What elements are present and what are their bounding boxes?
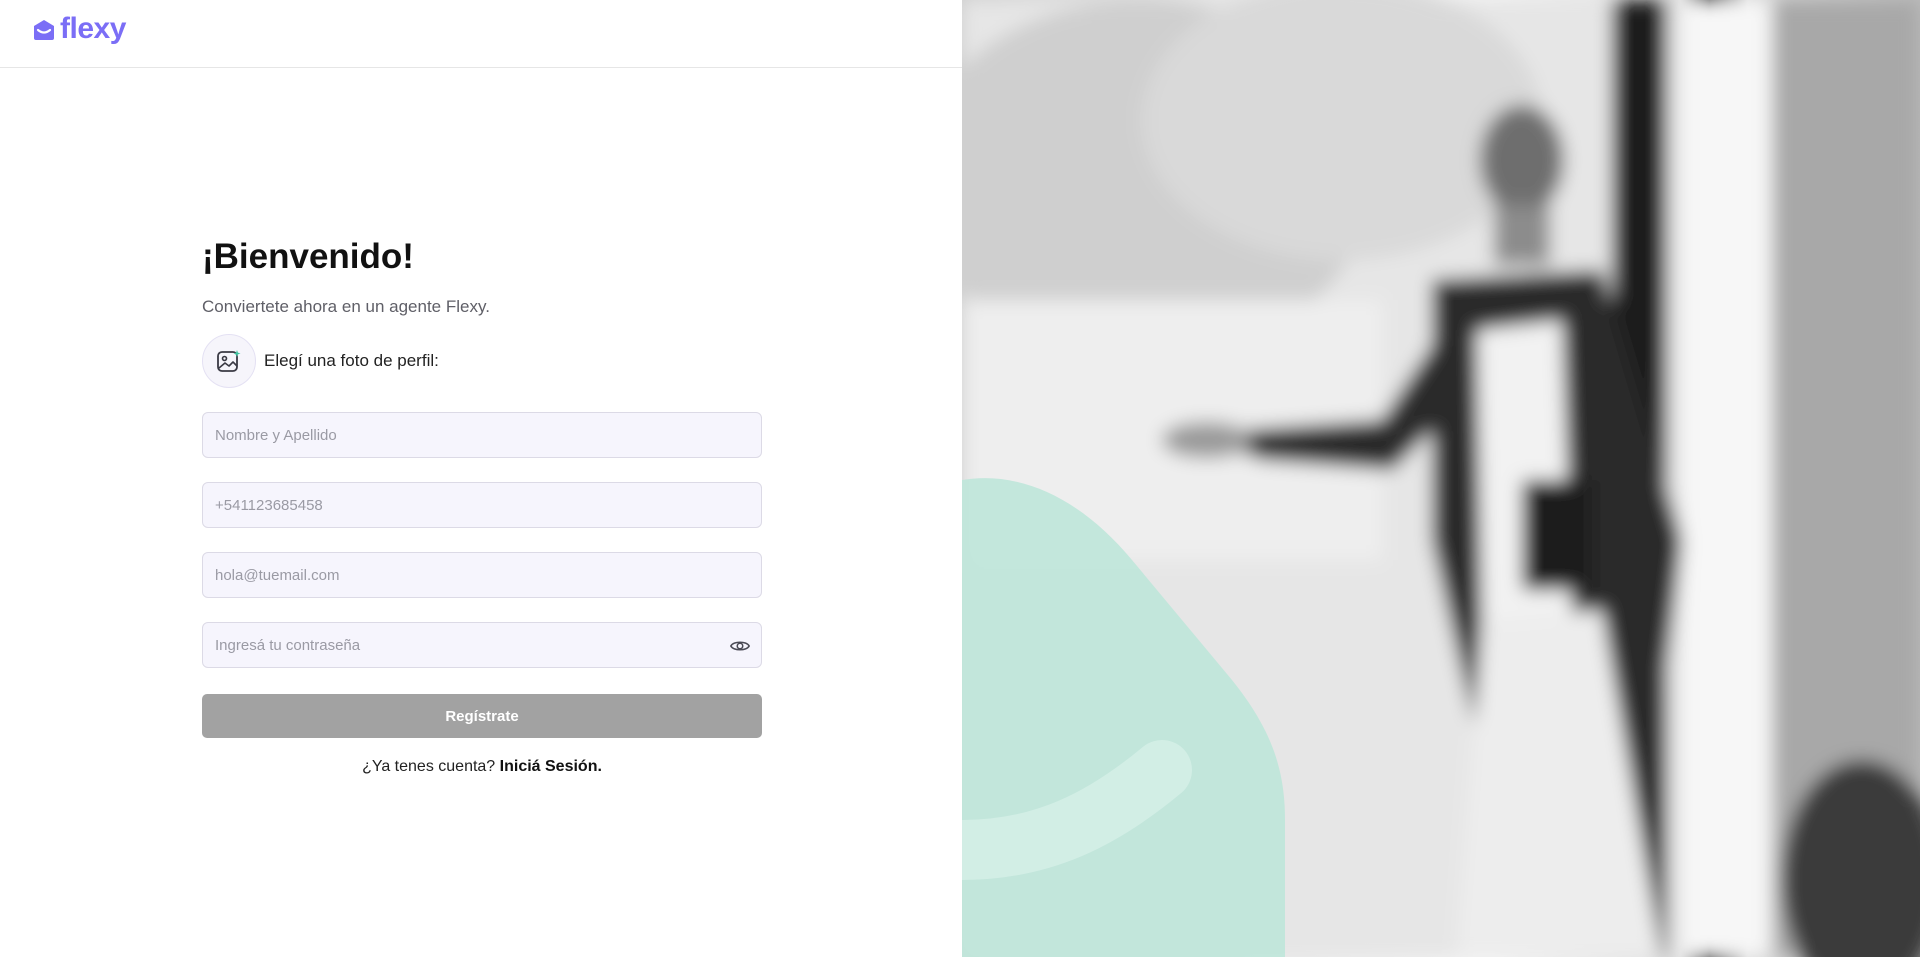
logo-text: flexy — [60, 12, 126, 45]
name-input[interactable] — [203, 413, 761, 457]
flexy-logo[interactable]: flexy — [32, 12, 126, 45]
image-add-icon — [217, 350, 241, 372]
page-subtitle: Conviertete ahora en un agente Flexy. — [202, 297, 490, 316]
name-field — [202, 412, 762, 458]
page-title: ¡Bienvenido! — [202, 237, 414, 276]
email-field — [202, 552, 762, 598]
phone-field — [202, 482, 762, 528]
signup-panel: flexy ¡Bienvenido! Conviertete ahora en … — [0, 0, 962, 957]
register-button[interactable]: Regístrate — [202, 694, 762, 738]
profile-photo-button[interactable] — [202, 334, 256, 388]
profile-photo-row: Elegí una foto de perfil: — [202, 334, 762, 388]
hero-image — [962, 0, 1920, 957]
top-header: flexy — [0, 0, 962, 68]
profile-photo-label: Elegí una foto de perfil: — [264, 351, 439, 370]
login-prompt-line: ¿Ya tenes cuenta? Iniciá Sesión. — [202, 758, 762, 776]
password-input[interactable] — [203, 623, 761, 667]
email-input[interactable] — [203, 553, 761, 597]
flexy-logo-icon — [34, 20, 54, 40]
login-link[interactable]: Iniciá Sesión. — [500, 758, 602, 775]
signup-page: flexy ¡Bienvenido! Conviertete ahora en … — [0, 0, 1920, 957]
phone-input[interactable] — [203, 483, 761, 527]
login-prompt-text: ¿Ya tenes cuenta? — [362, 758, 496, 775]
password-field — [202, 622, 762, 668]
eye-icon[interactable] — [729, 635, 751, 657]
signup-form: ¡Bienvenido! Conviertete ahora en un age… — [202, 234, 762, 776]
hero-photo-illustration — [962, 0, 1920, 957]
